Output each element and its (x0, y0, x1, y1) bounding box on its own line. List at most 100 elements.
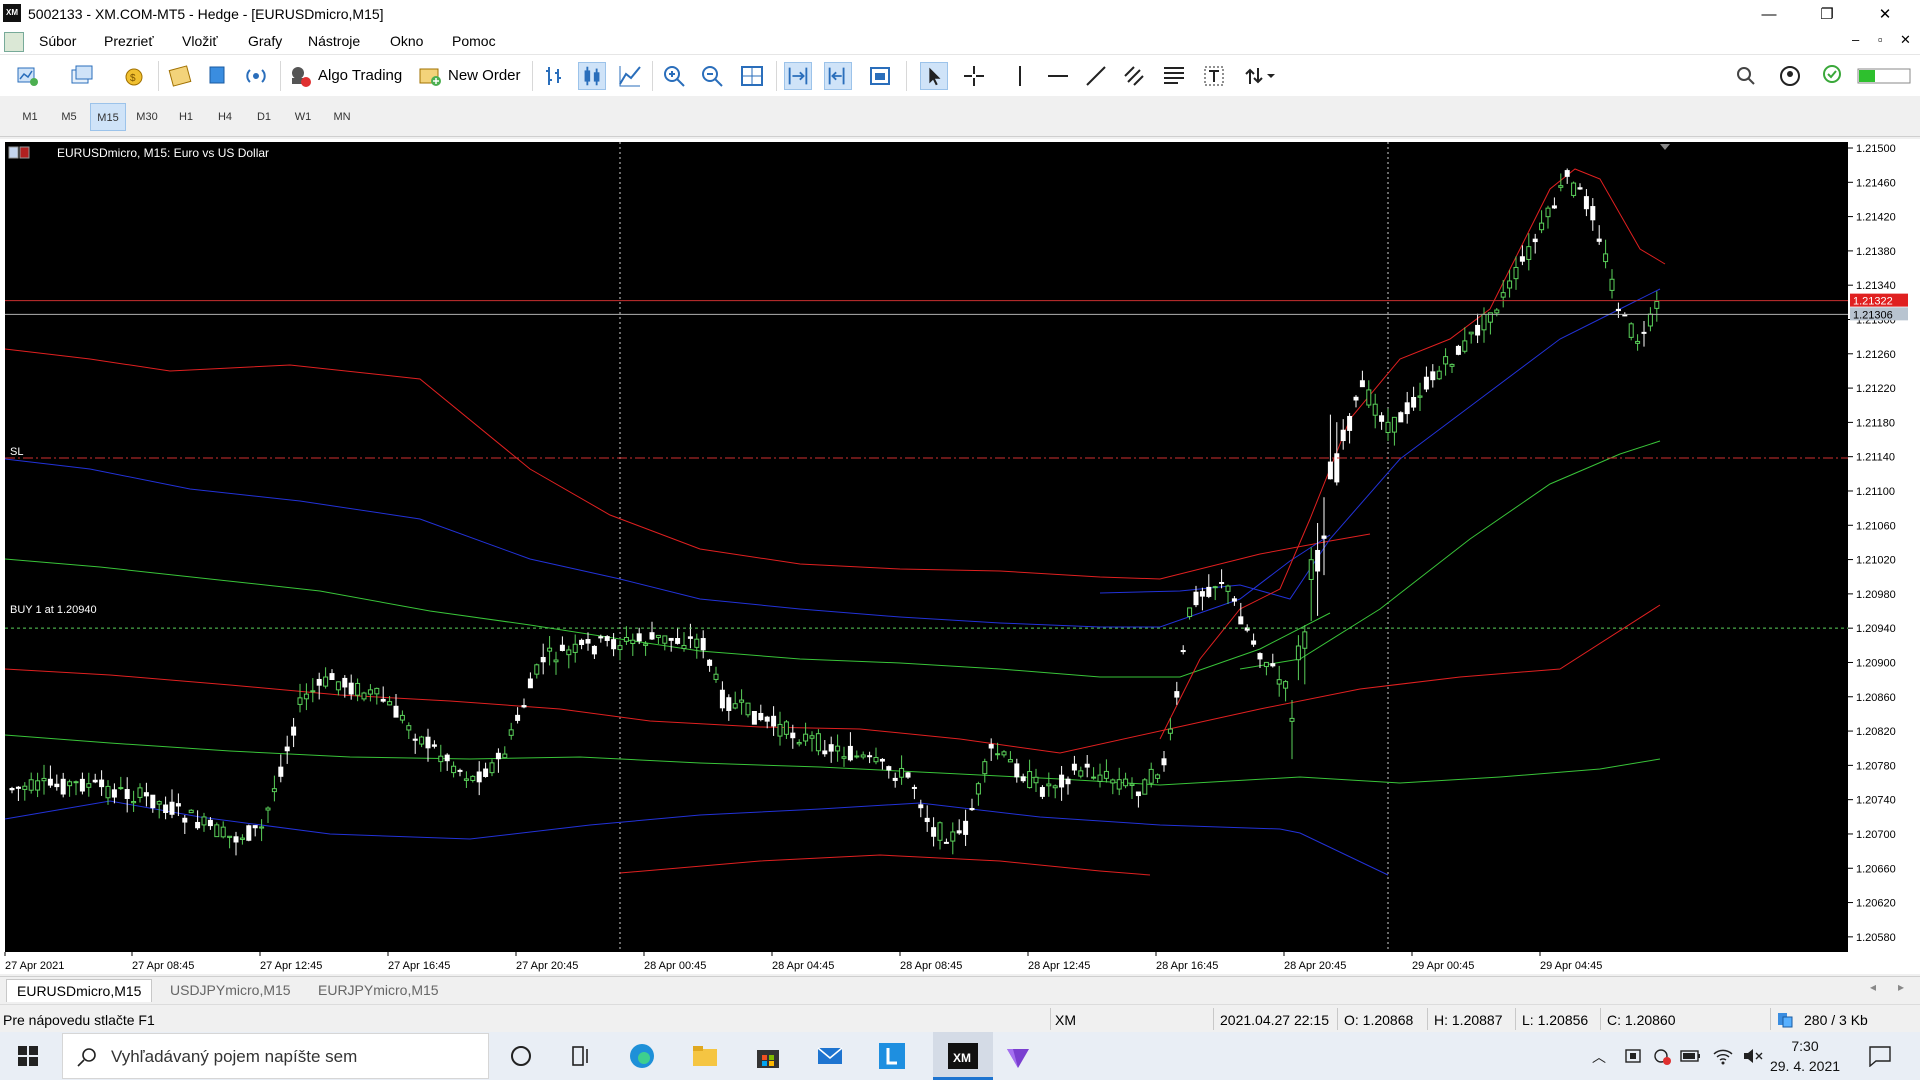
search-icon[interactable] (1732, 62, 1760, 90)
chart-area[interactable] (5, 142, 1848, 952)
tab-eurusd[interactable]: EURUSDmicro,M15 (6, 979, 153, 1002)
tabs-scroll-right-icon[interactable]: ▸ (1898, 980, 1904, 994)
time-label: 27 Apr 12:45 (260, 960, 322, 972)
cortana-icon[interactable] (506, 1041, 536, 1071)
tray-chevron-icon[interactable]: ︿ (1592, 1047, 1606, 1067)
navigator-icon[interactable] (166, 62, 194, 90)
market-watch-icon[interactable]: $ (120, 62, 148, 90)
algo-trading-button[interactable]: Algo Trading (318, 67, 402, 84)
minimize-button[interactable]: — (1746, 0, 1792, 29)
mt5-taskbar-button[interactable]: XM (933, 1032, 993, 1080)
tray-cloud-icon[interactable] (1652, 1046, 1672, 1066)
candle-body (1545, 207, 1551, 218)
candle-body (771, 715, 777, 727)
mail-icon[interactable] (815, 1041, 845, 1071)
tab-eurjpy[interactable]: EURJPYmicro,M15 (308, 979, 449, 1001)
timeframe-m15[interactable]: M15 (90, 103, 126, 131)
menu-bar: Súbor Prezrieť Vložiť Grafy Nástroje Okn… (0, 29, 1920, 54)
candle-body (278, 766, 284, 777)
menu-window[interactable]: Okno (390, 33, 423, 49)
candle-body (1007, 759, 1013, 763)
fibonacci-icon[interactable] (1160, 62, 1188, 90)
horizontal-line-icon[interactable] (1044, 62, 1072, 90)
timeframe-w1[interactable]: W1 (285, 103, 321, 131)
timeframe-m1[interactable]: M1 (12, 103, 48, 131)
child-minimize-button[interactable]: – (1852, 32, 1859, 47)
candlestick-chart-icon[interactable] (578, 62, 606, 90)
timeframe-d1[interactable]: D1 (246, 103, 282, 131)
chart-shift-icon[interactable] (824, 62, 852, 90)
algo-trading-icon[interactable] (286, 62, 314, 90)
menu-charts[interactable]: Grafy (248, 33, 282, 49)
taskbar-clock[interactable]: 7:30 29. 4. 2021 (1760, 1036, 1850, 1076)
gem-app-icon[interactable] (1003, 1041, 1033, 1071)
new-order-button[interactable]: New Order (448, 67, 521, 84)
channels-icon[interactable] (1120, 62, 1148, 90)
wifi-icon[interactable] (1712, 1046, 1734, 1066)
child-close-button[interactable]: ✕ (1900, 32, 1911, 48)
new-order-icon[interactable] (416, 62, 444, 90)
windows-start-icon[interactable] (18, 1046, 38, 1066)
timeframe-m30[interactable]: M30 (129, 103, 165, 131)
price-label: 1.21020 (1856, 555, 1896, 567)
candle-body (540, 656, 546, 663)
account-icon[interactable] (1776, 62, 1804, 90)
terminal-icon[interactable] (204, 62, 232, 90)
child-restore-button[interactable]: ▫ (1878, 32, 1883, 47)
tile-windows-icon[interactable] (738, 62, 766, 90)
task-view-icon[interactable] (565, 1041, 595, 1071)
menu-file[interactable]: Súbor (39, 33, 76, 49)
store-icon[interactable] (753, 1041, 783, 1071)
bar-chart-icon[interactable] (540, 62, 568, 90)
candle-body (1167, 728, 1173, 734)
tray-app-icon[interactable] (1624, 1047, 1642, 1065)
candle-body (73, 781, 79, 784)
timeframe-h1[interactable]: H1 (168, 103, 204, 131)
candle-body (54, 783, 60, 788)
svg-text:$: $ (130, 73, 136, 84)
menu-view[interactable]: Prezrieť (104, 33, 154, 49)
battery-icon[interactable] (1680, 1047, 1702, 1065)
templates-icon[interactable] (866, 62, 894, 90)
candle-body (1180, 650, 1186, 653)
timeframe-m5[interactable]: M5 (51, 103, 87, 131)
candle-body (591, 645, 597, 655)
crosshair-icon[interactable] (960, 62, 988, 90)
new-chart-icon[interactable] (14, 62, 42, 90)
taskbar-search-box[interactable]: Vyhľadávaný pojem napíšte sem (62, 1033, 489, 1079)
price-chart[interactable]: 1.21500 1.21460 1.21420 1.21380 1.21340 1.213… (0, 139, 1920, 974)
signals-icon[interactable] (242, 62, 270, 90)
candle-body (207, 819, 213, 827)
price-label: 1.21100 (1856, 486, 1895, 498)
trendline-icon[interactable] (1082, 62, 1110, 90)
candle-body (412, 738, 418, 741)
menu-insert[interactable]: Vložiť (182, 33, 218, 49)
l-app-icon[interactable] (877, 1041, 907, 1071)
line-chart-icon[interactable] (616, 62, 644, 90)
tabs-scroll-left-icon[interactable]: ◂ (1870, 980, 1876, 994)
cursor-icon[interactable] (920, 62, 948, 90)
zoom-out-icon[interactable] (698, 62, 726, 90)
timeframe-h4[interactable]: H4 (207, 103, 243, 131)
candle-body (1603, 253, 1609, 263)
edge-browser-icon[interactable] (627, 1041, 657, 1071)
candle-body (1219, 582, 1225, 585)
vertical-line-icon[interactable] (1006, 62, 1034, 90)
text-icon[interactable] (1200, 62, 1228, 90)
tab-usdjpy[interactable]: USDJPYmicro,M15 (160, 979, 301, 1001)
candle-body (1647, 313, 1653, 327)
close-button[interactable]: ✕ (1862, 0, 1908, 29)
vps-icon[interactable] (1818, 62, 1846, 90)
restore-button[interactable]: ❐ (1804, 0, 1850, 29)
chevron-down-icon[interactable] (1264, 62, 1278, 90)
profiles-icon[interactable] (68, 62, 96, 90)
candle-body (1001, 751, 1007, 756)
auto-scroll-icon[interactable] (784, 62, 812, 90)
menu-tools[interactable]: Nástroje (308, 33, 360, 49)
timeframe-mn[interactable]: MN (324, 103, 360, 131)
file-explorer-icon[interactable] (690, 1041, 720, 1071)
menu-help[interactable]: Pomoc (452, 33, 496, 49)
app-menu-icon[interactable] (4, 32, 24, 52)
zoom-in-icon[interactable] (660, 62, 688, 90)
notifications-icon[interactable] (1868, 1045, 1892, 1067)
